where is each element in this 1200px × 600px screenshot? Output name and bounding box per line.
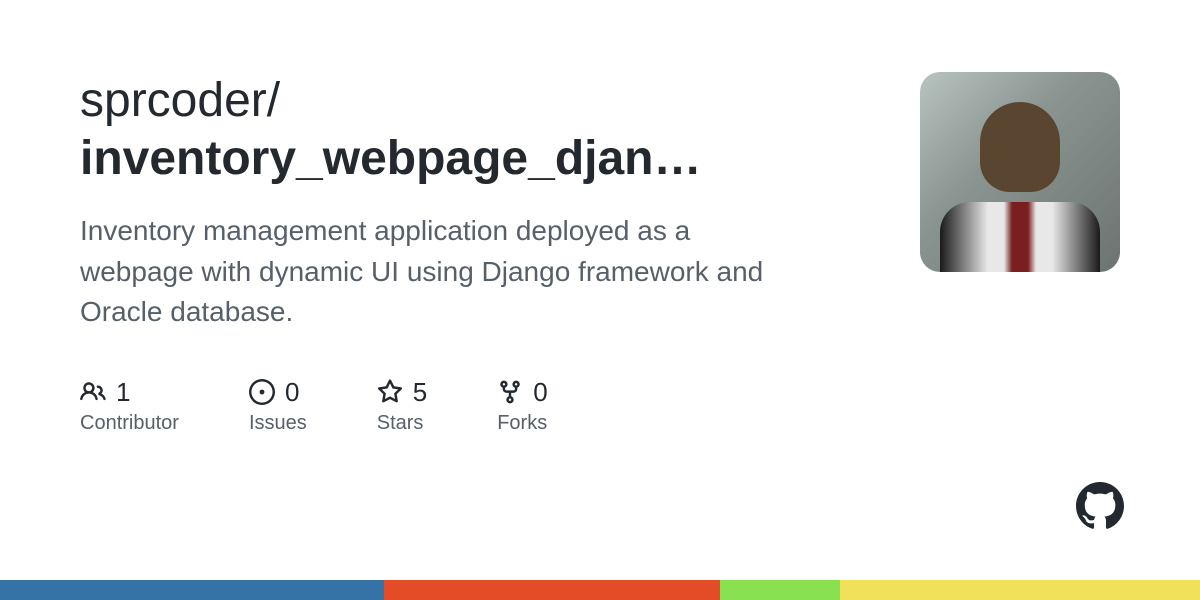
people-icon	[80, 379, 106, 405]
repo-name[interactable]: inventory_webpage_djan…	[80, 130, 880, 188]
repo-owner[interactable]: sprcoder	[80, 74, 267, 127]
stat-stars-label: Stars	[377, 412, 427, 435]
stat-forks[interactable]: 0 Forks	[497, 377, 547, 435]
stat-stars[interactable]: 5 Stars	[377, 377, 427, 435]
repo-stats: 1 Contributor 0 Issues 5 Stars	[80, 377, 880, 435]
language-segment	[384, 580, 720, 600]
language-color-bar	[0, 580, 1200, 600]
star-icon	[377, 379, 403, 405]
stat-contributors-label: Contributor	[80, 412, 179, 435]
stat-forks-label: Forks	[497, 412, 547, 435]
avatar[interactable]	[920, 72, 1120, 272]
stat-issues-label: Issues	[249, 412, 307, 435]
repo-description: Inventory management application deploye…	[80, 211, 800, 333]
language-segment	[720, 580, 840, 600]
fork-icon	[497, 379, 523, 405]
language-segment	[840, 580, 1200, 600]
stat-contributors[interactable]: 1 Contributor	[80, 377, 179, 435]
language-segment	[0, 580, 384, 600]
stat-forks-value: 0	[533, 377, 547, 408]
repo-owner-line[interactable]: sprcoder/	[80, 72, 880, 130]
github-logo-icon[interactable]	[1076, 482, 1124, 530]
stat-stars-value: 5	[413, 377, 427, 408]
stat-issues-value: 0	[285, 377, 299, 408]
repo-slash: /	[267, 74, 280, 127]
stat-issues[interactable]: 0 Issues	[249, 377, 307, 435]
issue-icon	[249, 379, 275, 405]
stat-contributors-value: 1	[116, 377, 130, 408]
